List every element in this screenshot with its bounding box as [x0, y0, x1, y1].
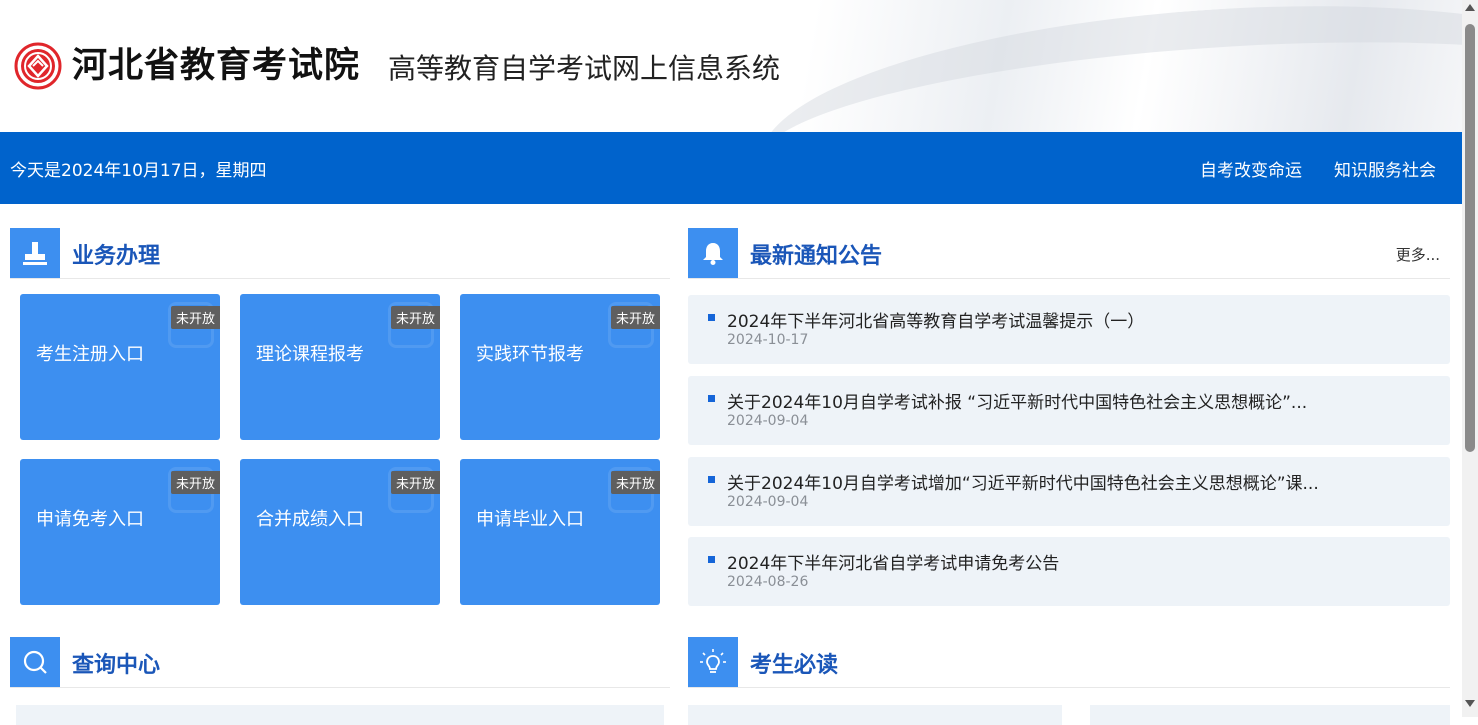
status-badge: 未开放 — [610, 471, 660, 494]
register-entry-tile[interactable]: 未开放 考生注册入口 — [20, 294, 220, 440]
notice-title[interactable]: 关于2024年10月自学考试增加“习近平新时代中国特色社会主义思想概论”课... — [727, 469, 1319, 494]
notice-date: 2024-09-04 — [727, 413, 809, 429]
bullet-icon — [708, 395, 715, 402]
business-title: 业务办理 — [72, 244, 161, 269]
guide-title: 考生必读 — [750, 653, 839, 678]
guide-panel-left — [688, 705, 1062, 725]
notice-date: 2024-10-17 — [727, 332, 809, 348]
search-icon — [10, 637, 60, 687]
notice-title[interactable]: 2024年下半年河北省自学考试申请免考公告 — [727, 549, 1059, 574]
more-notices-link[interactable]: 更多... — [1396, 244, 1440, 265]
notice-title[interactable]: 关于2024年10月自学考试补报 “习近平新时代中国特色社会主义思想概论”... — [727, 388, 1307, 413]
merge-scores-tile[interactable]: 未开放 合并成绩入口 — [240, 459, 440, 605]
site-header: 河北省教育考试院 高等教育自学考试网上信息系统 — [0, 0, 1462, 132]
scroll-thumb[interactable] — [1465, 24, 1475, 452]
lightbulb-icon — [688, 637, 738, 687]
theory-course-enroll-tile[interactable]: 未开放 理论课程报考 — [240, 294, 440, 440]
business-section-header: 业务办理 — [10, 228, 670, 279]
scroll-up-arrow-icon[interactable] — [1465, 4, 1475, 11]
notice-item[interactable]: 2024年下半年河北省自学考试申请免考公告 2024-08-26 — [688, 537, 1450, 606]
status-badge: 未开放 — [390, 471, 440, 494]
bell-icon — [688, 228, 738, 278]
bullet-icon — [708, 476, 715, 483]
notices-title: 最新通知公告 — [750, 244, 883, 269]
header-decoration — [752, 0, 1462, 132]
tile-label: 申请免考入口 — [36, 509, 144, 530]
query-title: 查询中心 — [72, 653, 161, 678]
slogan-1: 自考改变命运 — [1200, 161, 1302, 181]
page-scrollbar[interactable] — [1462, 0, 1478, 717]
notice-title[interactable]: 2024年下半年河北省高等教育自学考试温馨提示（一） — [727, 307, 1144, 332]
status-badge: 未开放 — [610, 306, 660, 329]
notice-date: 2024-09-04 — [727, 494, 809, 510]
query-section-header: 查询中心 — [10, 637, 670, 688]
tile-label: 理论课程报考 — [256, 344, 364, 365]
tile-label: 合并成绩入口 — [256, 509, 364, 530]
scroll-down-arrow-icon[interactable] — [1465, 700, 1475, 707]
notice-item[interactable]: 关于2024年10月自学考试补报 “习近平新时代中国特色社会主义思想概论”...… — [688, 376, 1450, 445]
exemption-entry-tile[interactable]: 未开放 申请免考入口 — [20, 459, 220, 605]
system-name: 高等教育自学考试网上信息系统 — [388, 52, 781, 85]
slogan-2: 知识服务社会 — [1334, 161, 1436, 181]
bullet-icon — [708, 556, 715, 563]
hebei-exam-emblem-icon[interactable] — [14, 42, 62, 90]
org-name[interactable]: 河北省教育考试院 — [72, 42, 360, 90]
today-date: 今天是2024年10月17日，星期四 — [10, 161, 267, 181]
tile-label: 实践环节报考 — [476, 344, 584, 365]
tile-label: 申请毕业入口 — [476, 509, 584, 530]
tile-label: 考生注册入口 — [36, 344, 144, 365]
notices-section-header: 最新通知公告 更多... — [688, 228, 1450, 279]
query-panel — [16, 705, 664, 725]
status-badge: 未开放 — [170, 306, 220, 329]
guide-panel-right — [1090, 705, 1450, 725]
notice-date: 2024-08-26 — [727, 574, 809, 590]
notice-item[interactable]: 关于2024年10月自学考试增加“习近平新时代中国特色社会主义思想概论”课...… — [688, 457, 1450, 526]
graduation-entry-tile[interactable]: 未开放 申请毕业入口 — [460, 459, 660, 605]
guide-section-header: 考生必读 — [688, 637, 1450, 688]
notice-item[interactable]: 2024年下半年河北省高等教育自学考试温馨提示（一） 2024-10-17 — [688, 295, 1450, 364]
status-badge: 未开放 — [390, 306, 440, 329]
date-bar: 今天是2024年10月17日，星期四 自考改变命运 知识服务社会 — [0, 132, 1462, 204]
bullet-icon — [708, 314, 715, 321]
status-badge: 未开放 — [170, 471, 220, 494]
practice-enroll-tile[interactable]: 未开放 实践环节报考 — [460, 294, 660, 440]
stamp-icon — [10, 228, 60, 278]
